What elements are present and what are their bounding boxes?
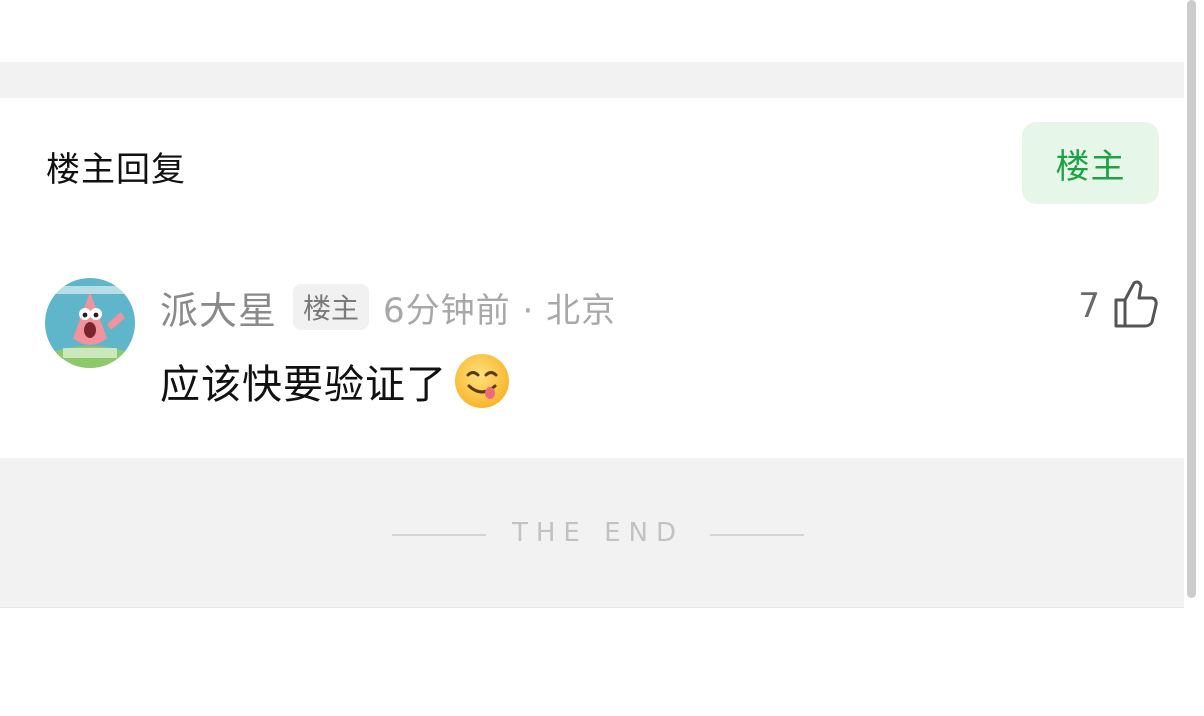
time-location: 6分钟前 · 北京 bbox=[383, 290, 617, 331]
avatar-image bbox=[45, 278, 135, 368]
op-badge: 楼主 bbox=[293, 284, 370, 330]
avatar[interactable] bbox=[45, 278, 135, 368]
section-divider bbox=[0, 62, 1184, 98]
comment-text: 应该快要验证了 bbox=[160, 362, 447, 408]
bottom-area bbox=[0, 608, 1204, 716]
scrollbar-thumb[interactable] bbox=[1187, 0, 1196, 598]
end-footer: THE END bbox=[0, 458, 1184, 608]
like-count: 7 bbox=[1078, 286, 1100, 326]
end-divider-left bbox=[392, 534, 486, 536]
section-title: 楼主回复 bbox=[46, 150, 186, 190]
end-divider-right bbox=[710, 534, 804, 536]
comment-item: 派大星 楼主 6分钟前 · 北京 应该快要验证了 7 bbox=[0, 278, 1184, 428]
username[interactable]: 派大星 bbox=[160, 280, 277, 335]
comment-body: 应该快要验证了 bbox=[160, 352, 511, 410]
like-button[interactable]: 7 bbox=[1078, 278, 1160, 330]
yum-face-emoji bbox=[455, 354, 509, 408]
op-reply-section: 楼主回复 楼主 派大星 楼主 6分钟前 · 北京 应该快要验证了 7 bbox=[0, 98, 1184, 458]
page: 楼主回复 楼主 派大星 楼主 6分钟前 · 北京 应该快要验证了 7 THE E… bbox=[0, 0, 1204, 716]
end-text: THE END bbox=[511, 518, 685, 548]
op-filter-button[interactable]: 楼主 bbox=[1022, 122, 1159, 204]
comment-meta: 派大星 楼主 6分钟前 · 北京 bbox=[160, 280, 617, 335]
thumbs-up-icon bbox=[1114, 280, 1158, 328]
top-area bbox=[0, 0, 1184, 62]
